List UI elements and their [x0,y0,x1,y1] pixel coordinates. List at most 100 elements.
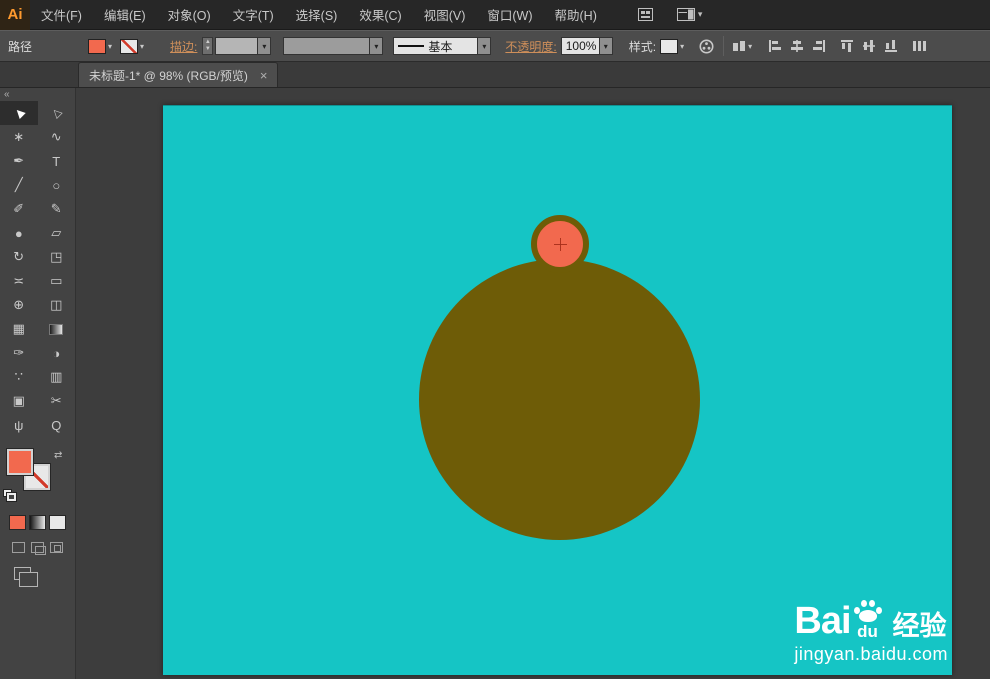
stepper-down-icon[interactable]: ▼ [205,46,211,53]
chevron-down-icon: ▾ [140,41,145,51]
align-right-button[interactable] [812,39,826,53]
menu-view[interactable]: 视图(V) [413,0,477,30]
gradient-tool[interactable] [38,317,76,341]
align-right-icon [813,40,826,52]
width-tool[interactable]: ≍ [0,269,38,293]
eyedropper-tool-icon: ✑ [13,345,25,360]
color-mode-buttons [0,515,75,530]
rotate-tool[interactable]: ↻ [0,245,38,269]
menu-effect[interactable]: 效果(C) [348,0,412,30]
default-fill-stroke-icon[interactable] [3,489,17,502]
menu-file[interactable]: 文件(F) [30,0,93,30]
magic-wand-tool[interactable]: ∗ [0,125,38,149]
slice-tool[interactable]: ✂ [38,389,76,413]
close-icon[interactable]: × [260,68,268,83]
chevron-down-icon[interactable]: ▾ [477,38,491,54]
chevron-down-icon: ▾ [748,41,753,51]
graphic-style-dropdown[interactable]: ▾ [660,38,684,54]
scale-tool[interactable]: ◳ [38,245,76,269]
pencil-tool[interactable]: ✎ [38,197,76,221]
align-center-horizontal-button[interactable] [790,39,804,53]
graphic-style-swatch[interactable] [660,38,679,54]
collapse-panel-icon[interactable]: « [4,89,10,100]
bridge-icon[interactable] [637,8,653,21]
symbol-sprayer-tool[interactable]: ∵ [0,365,38,389]
align-left-button[interactable] [768,39,782,53]
opacity-panel-link[interactable]: 不透明度: [505,38,556,55]
rotate-tool-icon: ↻ [13,249,25,264]
zoom-tool[interactable]: Q [38,413,76,437]
pen-tool-icon: ✒ [13,153,25,168]
artboard[interactable] [163,105,952,675]
menu-window[interactable]: 窗口(W) [476,0,543,30]
watermark-du-text: du [857,622,878,641]
paintbrush-tool[interactable]: ✐ [0,197,38,221]
align-center-vertical-button[interactable] [862,39,876,53]
align-top-icon [841,40,854,52]
draw-behind-icon[interactable] [31,542,46,555]
small-orange-circle-shape[interactable] [531,215,589,273]
change-screen-mode-icon[interactable] [14,567,38,587]
stroke-panel-link[interactable]: 描边: [170,38,197,55]
brush-definition-combobox[interactable]: ▾ [283,37,384,55]
blob-brush-tool[interactable]: ● [0,221,38,245]
workspace-switcher[interactable]: ▾ [676,8,702,21]
width-profile-combobox[interactable]: 基本 ▾ [393,37,492,55]
column-graph-tool-icon: ▥ [50,369,63,384]
opacity-combobox[interactable]: 100% ▾ [560,37,613,55]
menu-object[interactable]: 对象(O) [157,0,222,30]
align-left-icon [769,40,782,52]
stroke-none-swatch[interactable] [120,38,139,54]
align-bottom-button[interactable] [884,39,898,53]
chevron-down-icon[interactable]: ▾ [369,38,383,54]
perspective-grid-tool[interactable]: ◫ [38,293,76,317]
swap-fill-stroke-icon[interactable]: ⇄ [54,450,62,461]
chevron-down-icon[interactable]: ▾ [598,38,612,54]
fill-color-dropdown[interactable]: ▾ [88,38,112,54]
hand-tool[interactable]: ψ [0,413,38,437]
shape-builder-tool[interactable]: ⊕ [0,293,38,317]
document-tab[interactable]: 未标题-1* @ 98% (RGB/预览) × [78,62,279,87]
column-graph-tool[interactable]: ▥ [38,365,76,389]
selection-tool-icon: ▶ [11,105,27,120]
fill-color-swatch[interactable] [88,38,107,54]
stroke-color-dropdown[interactable]: ▾ [120,38,145,54]
lasso-tool[interactable]: ∿ [38,125,76,149]
menu-type[interactable]: 文字(T) [222,0,285,30]
large-olive-circle-shape[interactable] [419,259,700,540]
line-segment-tool[interactable]: ╱ [0,173,38,197]
distribute-button[interactable] [912,39,927,53]
artboard-tool[interactable]: ▣ [0,389,38,413]
stroke-weight-combobox[interactable]: ▾ [215,37,272,55]
gradient-button[interactable] [29,515,46,530]
selection-tool[interactable]: ▶ [0,101,38,125]
color-button[interactable] [9,515,26,530]
mesh-tool[interactable]: ▦ [0,317,38,341]
align-to-dropdown[interactable]: ▾ [732,40,752,53]
menu-edit[interactable]: 编辑(E) [93,0,157,30]
menu-help[interactable]: 帮助(H) [544,0,608,30]
recolor-artwork-button[interactable] [698,38,715,55]
ellipse-tool[interactable]: ○ [38,173,76,197]
width-tool-icon: ≍ [13,273,25,288]
free-transform-tool[interactable]: ▭ [38,269,76,293]
style-label: 样式: [628,39,657,54]
draw-normal-icon[interactable] [12,542,25,553]
align-objects-icon [733,40,746,51]
eraser-tool[interactable]: ▱ [38,221,76,245]
menu-select[interactable]: 选择(S) [285,0,349,30]
fill-swatch[interactable] [6,448,34,476]
eyedropper-tool[interactable]: ✑ [0,341,38,365]
type-tool[interactable]: T [38,149,76,173]
direct-selection-tool[interactable]: ▷ [38,101,76,125]
stepper-up-icon[interactable]: ▲ [205,39,211,46]
stroke-weight-stepper[interactable]: ▲ ▼ [202,37,214,55]
chevron-down-icon[interactable]: ▾ [257,38,271,54]
watermark-url-text: jingyan.baidu.com [794,644,948,664]
blend-tool[interactable]: ◑ [38,341,76,365]
pen-tool[interactable]: ✒ [0,149,38,173]
none-button[interactable] [49,515,66,530]
draw-inside-icon[interactable] [50,542,63,553]
align-top-button[interactable] [840,39,854,53]
align-bottom-icon [885,40,898,52]
